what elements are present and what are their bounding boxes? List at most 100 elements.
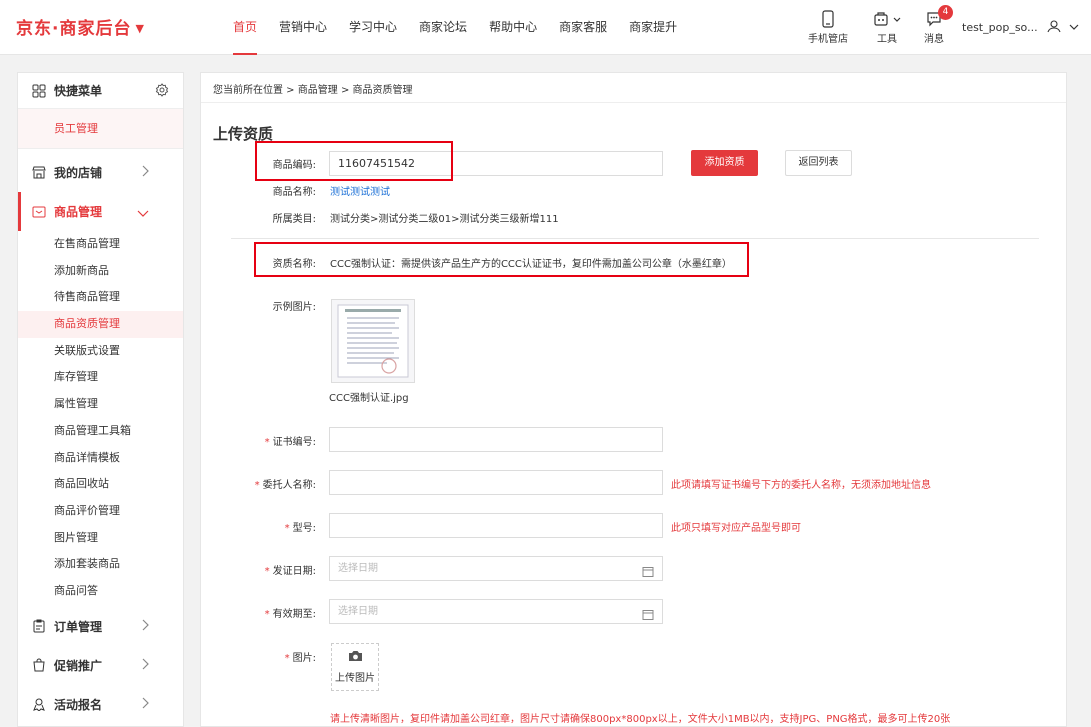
sidebar-item-qa[interactable]: 商品问答: [18, 578, 183, 605]
sidebar-group-order[interactable]: 订单管理: [18, 607, 183, 646]
add-qualification-button[interactable]: 添加资质: [691, 150, 758, 176]
camera-icon: [332, 650, 378, 665]
sidebar-item-on-sale[interactable]: 在售商品管理: [18, 231, 183, 258]
sidebar-item-add-product[interactable]: 添加新商品: [18, 258, 183, 285]
back-to-list-button[interactable]: 返回列表: [785, 150, 852, 176]
toolbox-icon: [872, 10, 902, 30]
sidebar-group-label: 订单管理: [54, 619, 103, 634]
upload-image-button[interactable]: 上传图片: [331, 643, 379, 691]
sidebar-item-qualification[interactable]: 商品资质管理: [18, 311, 183, 338]
sku-input[interactable]: 11607451542: [329, 151, 663, 176]
cert-number-label: * 证书编号:: [201, 433, 316, 448]
model-hint: 此项只填写对应产品型号即可: [671, 523, 801, 534]
breadcrumb-level2: 商品资质管理: [352, 85, 413, 96]
expire-date-placeholder: 选择日期: [338, 606, 378, 617]
brand-logo[interactable]: 京东·商家后台 ▼: [16, 14, 145, 39]
chevron-down-icon: [1069, 21, 1079, 34]
gear-icon[interactable]: [155, 83, 169, 100]
nav-help[interactable]: 帮助中心: [478, 0, 548, 55]
nav-improve[interactable]: 商家提升: [618, 0, 688, 55]
expire-date-picker[interactable]: 选择日期: [329, 599, 663, 624]
page-title: 上传资质: [213, 125, 274, 143]
cert-number-label-text: 证书编号:: [272, 437, 316, 448]
sku-label: 商品编码:: [272, 160, 316, 171]
client-name-hint: 此项请填写证书编号下方的委托人名称，无须添加地址信息: [671, 480, 931, 491]
product-box-icon: [32, 205, 46, 218]
issue-date-label: * 发证日期:: [201, 562, 316, 577]
client-name-label-text: 委托人名称:: [262, 480, 316, 491]
sidebar-group-event[interactable]: 活动报名: [18, 685, 183, 724]
mobile-store-label: 手机管店: [808, 34, 848, 45]
sidebar-item-detail-template[interactable]: 商品详情模板: [18, 445, 183, 472]
required-mark: *: [264, 609, 270, 620]
model-input[interactable]: [329, 513, 663, 538]
breadcrumb-level1[interactable]: 商品管理: [298, 85, 338, 96]
required-mark: *: [254, 480, 260, 491]
messages-label: 消息: [924, 34, 944, 45]
required-mark: *: [284, 523, 290, 534]
tools-label: 工具: [877, 34, 897, 45]
grid-icon: [32, 84, 46, 98]
issue-date-label-text: 发证日期:: [272, 566, 316, 577]
user-icon: [1047, 20, 1061, 36]
category-label: 所属类目:: [272, 214, 316, 225]
clipboard-icon: [32, 619, 46, 633]
sidebar-group-label: 活动报名: [54, 697, 103, 712]
sidebar-group-promo[interactable]: 促销推广: [18, 646, 183, 685]
client-name-input[interactable]: [329, 470, 663, 495]
sidebar-item-attributes[interactable]: 属性管理: [18, 391, 183, 418]
user-menu[interactable]: test_pop_so...: [962, 20, 1079, 36]
sidebar-item-layout[interactable]: 关联版式设置: [18, 338, 183, 365]
cert-number-input[interactable]: [329, 427, 663, 452]
chevron-right-icon: [141, 619, 149, 634]
example-file-name: CCC强制认证.jpg: [329, 393, 409, 404]
upload-image-label: 上传图片: [335, 673, 375, 684]
section-divider: [231, 238, 1039, 239]
nav-home[interactable]: 首页: [222, 0, 268, 55]
sidebar-item-reviews[interactable]: 商品评价管理: [18, 498, 183, 525]
breadcrumb-separator: >: [340, 85, 350, 96]
chevron-right-icon: [141, 658, 149, 673]
tools-button[interactable]: 工具: [872, 10, 902, 45]
qualification-value: CCC强制认证：需提供该产品生产方的CCC认证证书，复印件需加盖公司公章（水墨红…: [330, 259, 732, 270]
quick-menu-title: 快捷菜单: [54, 84, 103, 98]
nav-service[interactable]: 商家客服: [548, 0, 618, 55]
message-badge: 4: [938, 5, 953, 20]
messages-button[interactable]: 4 消息: [924, 5, 953, 45]
certificate-document-icon: [337, 304, 409, 378]
sidebar-group-store[interactable]: 我的店铺: [18, 153, 183, 192]
qualification-label: 资质名称:: [272, 259, 316, 270]
expire-date-label-text: 有效期至:: [272, 609, 316, 620]
calendar-icon[interactable]: [642, 563, 654, 586]
nav-marketing[interactable]: 营销中心: [268, 0, 338, 55]
sidebar-group-label: 我的店铺: [54, 166, 103, 180]
required-mark: *: [284, 653, 290, 664]
mobile-store-button[interactable]: 手机管店: [808, 10, 848, 45]
sidebar-item-bundle[interactable]: 添加套装商品: [18, 551, 183, 578]
promo-bag-icon: [32, 658, 46, 672]
issue-date-picker[interactable]: 选择日期: [329, 556, 663, 581]
model-label-text: 型号:: [292, 523, 316, 534]
breadcrumb-prefix: 您当前所在位置 >: [213, 85, 295, 96]
quick-menu-header: 快捷菜单: [18, 73, 183, 109]
calendar-icon[interactable]: [642, 606, 654, 629]
breadcrumb: 您当前所在位置 > 商品管理 > 商品资质管理: [213, 81, 413, 96]
caret-down-icon[interactable]: ▼: [135, 22, 144, 35]
model-label: * 型号:: [201, 519, 316, 534]
sidebar-group-product[interactable]: 商品管理: [18, 192, 183, 231]
nav-forum[interactable]: 商家论坛: [408, 0, 478, 55]
image-label-text: 图片:: [292, 653, 316, 664]
phone-icon: [808, 10, 848, 30]
event-icon: [32, 697, 46, 712]
top-bar: 京东·商家后台 ▼ 首页 营销中心 学习中心 商家论坛 帮助中心 商家客服 商家提…: [0, 0, 1091, 55]
certificate-thumbnail[interactable]: [331, 299, 415, 383]
sidebar-item-recycle[interactable]: 商品回收站: [18, 471, 183, 498]
product-name-link[interactable]: 测试测试测试: [330, 183, 390, 198]
sidebar-item-images[interactable]: 图片管理: [18, 525, 183, 552]
sidebar-item-inventory[interactable]: 库存管理: [18, 364, 183, 391]
sidebar-item-toolbox[interactable]: 商品管理工具箱: [18, 418, 183, 445]
sidebar-item-pending[interactable]: 待售商品管理: [18, 284, 183, 311]
nav-learning[interactable]: 学习中心: [338, 0, 408, 55]
quick-item-staff[interactable]: 员工管理: [18, 109, 183, 149]
chevron-right-icon: [141, 697, 149, 712]
